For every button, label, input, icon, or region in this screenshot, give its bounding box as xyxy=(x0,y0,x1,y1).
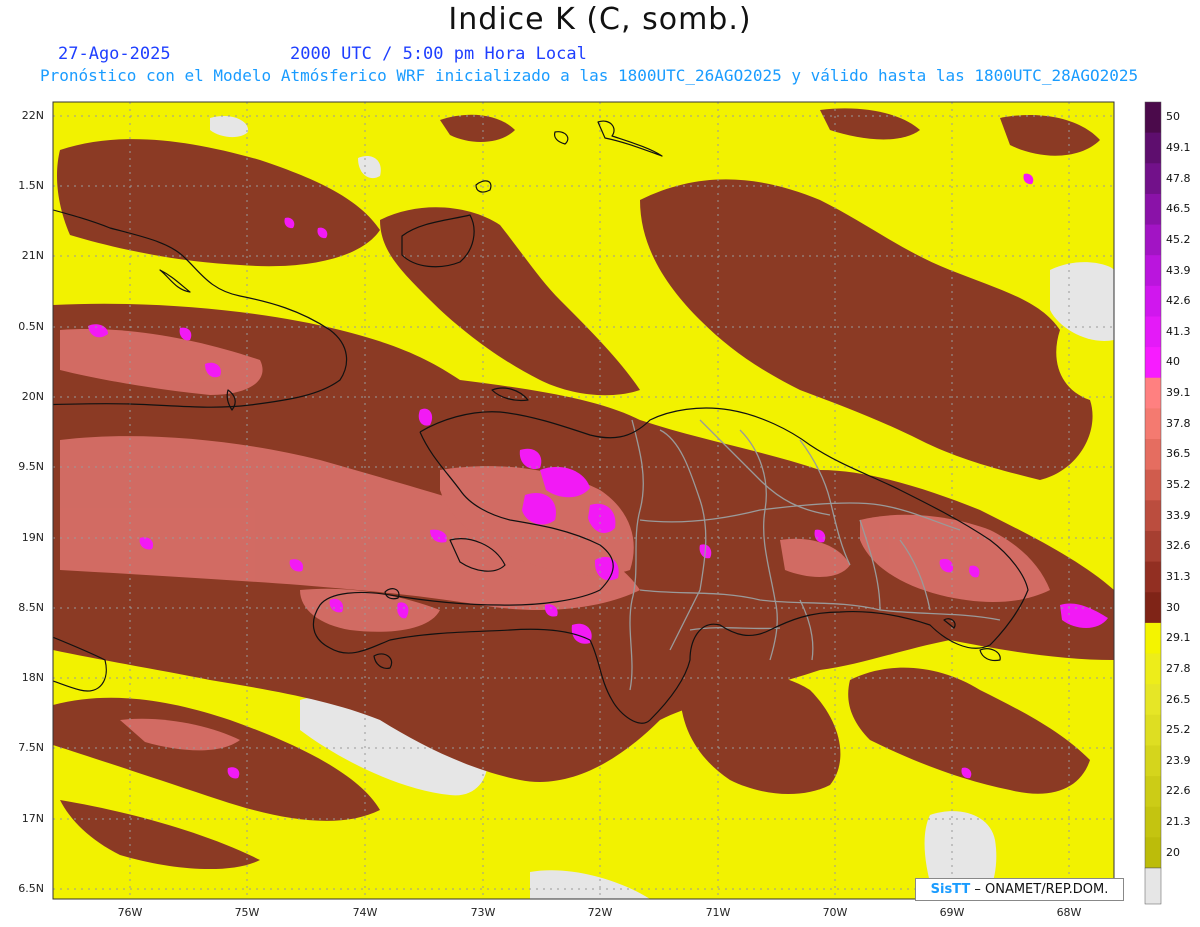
colorbar-swatch xyxy=(1145,316,1161,348)
lon-label-76w: 76W xyxy=(117,906,143,919)
colorbar-label: 21.3 xyxy=(1166,815,1191,828)
lon-label-75w: 75W xyxy=(234,906,260,919)
colorbar-label: 32.6 xyxy=(1166,539,1191,553)
sistt-logo: SisTT xyxy=(930,882,971,897)
lon-label-70w: 70W xyxy=(822,906,848,919)
credit-box: SisTT – ONAMET/REP.DOM. xyxy=(915,878,1124,901)
colorbar-swatch xyxy=(1145,837,1161,869)
colorbar-swatch xyxy=(1145,653,1161,685)
colorbar-swatch xyxy=(1145,408,1161,440)
credit-text: – ONAMET/REP.DOM. xyxy=(970,882,1109,897)
lon-label-69w: 69W xyxy=(939,906,965,919)
lat-label-20-5n: 0.5N xyxy=(18,320,44,333)
lon-label-74w: 74W xyxy=(352,906,378,919)
lat-label-22n: 22N xyxy=(21,109,44,122)
colorbar-label: 50 xyxy=(1166,110,1180,124)
colorbar-label: 26.5 xyxy=(1166,692,1191,706)
colorbar-swatch xyxy=(1145,530,1161,563)
colorbar-swatch xyxy=(1145,500,1161,532)
colorbar-label: 31.3 xyxy=(1166,569,1191,583)
colorbar-label: 33.9 xyxy=(1166,508,1191,522)
colorbar-label: 43.9 xyxy=(1166,263,1191,277)
colorbar-swatch xyxy=(1145,347,1161,379)
lon-label-71w: 71W xyxy=(705,906,731,919)
colorbar-swatch xyxy=(1145,745,1161,777)
lat-label-19-5n: 9.5N xyxy=(18,460,44,473)
colorbar-swatch xyxy=(1145,776,1161,808)
colorbar-swatch xyxy=(1145,561,1161,593)
colorbar-swatch xyxy=(1145,469,1161,501)
colorbar-label: 42.6 xyxy=(1166,294,1191,308)
colorbar-swatch xyxy=(1145,806,1161,838)
colorbar-swatch xyxy=(1145,439,1161,471)
lat-label-16-5n: 6.5N xyxy=(18,882,44,895)
lon-label-72w: 72W xyxy=(587,906,613,919)
colorbar-swatch xyxy=(1145,102,1161,134)
colorbar-label: 30 xyxy=(1166,600,1180,614)
colorbar-label: 25.2 xyxy=(1166,723,1191,737)
colorbar-label: 22.6 xyxy=(1166,784,1191,798)
lat-label-19n: 19N xyxy=(21,531,44,544)
colorbar-swatch xyxy=(1145,132,1161,164)
colorbar-label: 35.2 xyxy=(1166,478,1191,491)
colorbar-label: 27.8 xyxy=(1166,661,1191,675)
colorbar-below-20 xyxy=(1144,867,1162,905)
colorbar-label: 39.1 xyxy=(1166,386,1191,400)
colorbar-label: 37.8 xyxy=(1166,416,1191,430)
colorbar-label: 29.1 xyxy=(1166,631,1191,645)
lat-label-17n: 17N xyxy=(21,812,44,825)
lat-label-21n: 21N xyxy=(21,249,44,262)
lat-label-20n: 20N xyxy=(21,390,44,403)
colorbar-swatch xyxy=(1145,622,1161,655)
colorbar-swatch xyxy=(1145,714,1161,746)
colorbar-swatch xyxy=(1145,684,1161,716)
colorbar-label: 41.3 xyxy=(1166,324,1191,338)
colorbar-swatch xyxy=(1145,163,1161,195)
colorbar-swatch xyxy=(1145,377,1161,409)
colorbar-swatch xyxy=(1145,285,1161,317)
colorbar-label: 49.1 xyxy=(1166,141,1191,154)
lat-label-18n: 18N xyxy=(21,671,44,684)
colorbar-swatch xyxy=(1145,224,1161,256)
colorbar-swatch xyxy=(1145,193,1161,226)
lat-label-18-5n: 8.5N xyxy=(18,601,44,614)
lat-label-21-5n: 1.5N xyxy=(18,179,44,192)
lat-label-17-5n: 7.5N xyxy=(18,741,44,754)
colorbar-swatch xyxy=(1145,592,1161,624)
colorbar-label: 40 xyxy=(1166,355,1180,369)
lon-label-73w: 73W xyxy=(470,906,496,919)
colorbar-swatch xyxy=(1145,255,1161,287)
colorbar-label: 23.9 xyxy=(1166,753,1191,767)
colorbar-label: 36.5 xyxy=(1166,447,1191,461)
colorbar-label: 47.8 xyxy=(1166,171,1191,185)
colorbar-label: 20 xyxy=(1166,845,1180,859)
colorbar xyxy=(1144,101,1162,869)
colorbar-label: 45.2 xyxy=(1166,232,1191,246)
lon-label-68w: 68W xyxy=(1056,906,1082,919)
colorbar-label: 46.5 xyxy=(1166,202,1191,216)
k-index-map xyxy=(52,101,1162,905)
